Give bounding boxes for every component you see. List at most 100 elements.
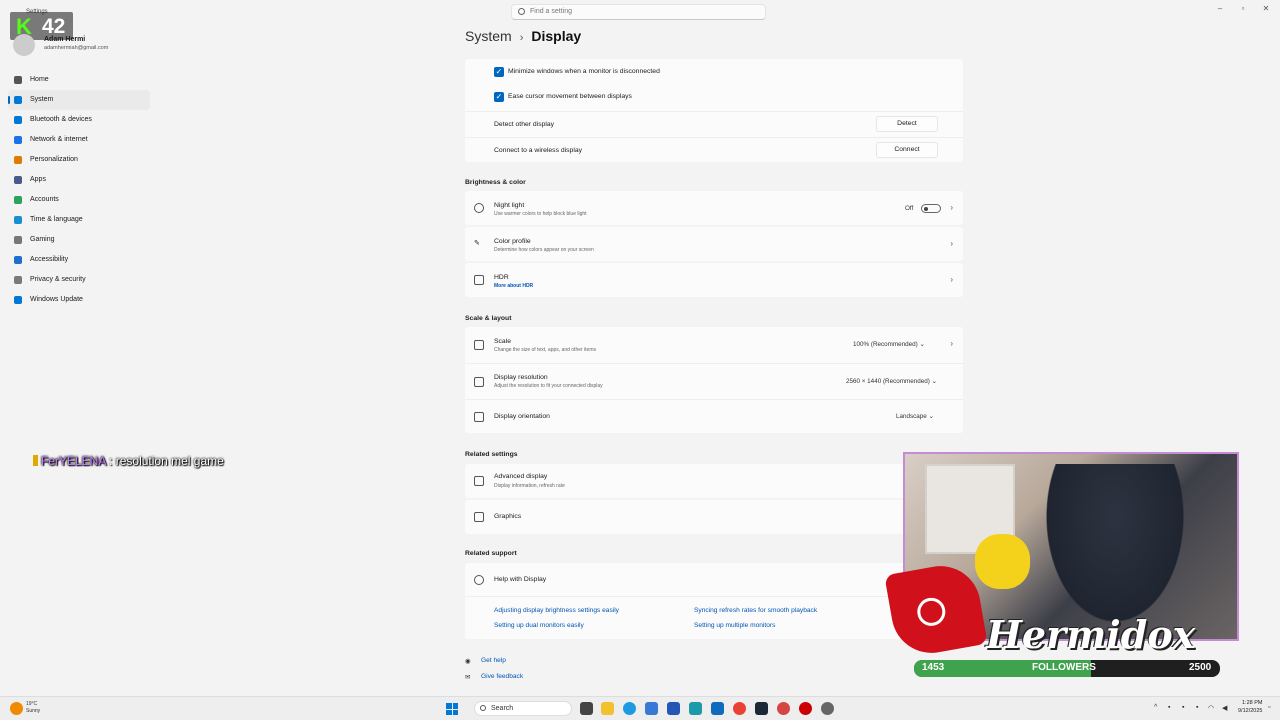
avatar[interactable]: [13, 34, 35, 56]
followers-goal-bar: 1453 FOLLOWERS 2500: [914, 660, 1220, 677]
graphics-title: Graphics: [494, 513, 522, 520]
followers-goal: 2500: [1189, 662, 1212, 673]
support-link-dual[interactable]: Setting up dual monitors easily: [494, 622, 584, 629]
sidebar-item-accessibility[interactable]: Accessibility: [8, 250, 150, 270]
resolution-title: Display resolution: [494, 374, 548, 381]
sidebar-item-bluetooth-devices[interactable]: Bluetooth & devices: [8, 110, 150, 130]
feedback-icon: ✉: [465, 674, 471, 681]
taskbar-search[interactable]: Search: [474, 701, 572, 716]
hdr-icon: [474, 275, 484, 285]
sidebar-item-gaming[interactable]: Gaming: [8, 230, 150, 250]
graphics-card[interactable]: Graphics: [465, 500, 963, 534]
hdr-card[interactable]: HDR More about HDR ›: [465, 263, 963, 297]
ease-cursor-checkbox[interactable]: ✓: [494, 92, 504, 102]
advanced-display-row[interactable]: Advanced display Display information, re…: [465, 464, 963, 498]
volume-icon[interactable]: ◀: [1222, 704, 1227, 712]
steam-icon[interactable]: [755, 702, 768, 715]
night-light-title: Night light: [494, 202, 525, 209]
sidebar-item-accounts[interactable]: Accounts: [8, 190, 150, 210]
start-button[interactable]: [446, 703, 458, 715]
support-link-brightness[interactable]: Adjusting display brightness settings ea…: [494, 607, 619, 614]
settings-gear-icon[interactable]: [821, 702, 834, 715]
wifi-icon: [14, 136, 22, 144]
chat-separator: :: [109, 454, 113, 468]
chevron-right-icon: ›: [950, 339, 953, 348]
get-help-link[interactable]: Get help: [481, 657, 506, 664]
scale-value: 100% (Recommended): [853, 341, 918, 348]
sidebar-item-network-internet[interactable]: Network & internet: [8, 130, 150, 150]
hdr-row[interactable]: HDR More about HDR ›: [465, 263, 963, 297]
hdr-link[interactable]: More about HDR: [494, 283, 533, 289]
wifi-tray-icon[interactable]: ◠: [1208, 704, 1214, 712]
gamepad-icon: [14, 236, 22, 244]
support-link-refresh[interactable]: Syncing refresh rates for smooth playbac…: [694, 607, 817, 614]
breadcrumb-system[interactable]: System: [465, 28, 512, 44]
maximize-button[interactable]: ▫: [1233, 4, 1253, 13]
color-profile-subtitle: Determine how colors appear on your scre…: [494, 247, 594, 253]
resolution-subtitle: Adjust the resolution to fit your connec…: [494, 383, 603, 389]
support-link-multiple[interactable]: Setting up multiple monitors: [694, 622, 775, 629]
sidebar-item-personalization[interactable]: Personalization: [8, 150, 150, 170]
close-button[interactable]: ✕: [1256, 4, 1276, 13]
chat-badge-icon: [33, 455, 38, 466]
minimize-windows-row[interactable]: ✓ Minimize windows when a monitor is dis…: [465, 59, 963, 85]
minimize-windows-checkbox[interactable]: ✓: [494, 67, 504, 77]
notification-icon[interactable]: ▫: [1268, 704, 1270, 711]
tray-icon-1[interactable]: ▪: [1168, 704, 1170, 711]
sidebar-item-label: Time & language: [30, 216, 83, 223]
file-explorer-icon[interactable]: [601, 702, 614, 715]
resolution-dropdown[interactable]: 2560 × 1440 (Recommended) ⌄: [846, 378, 937, 385]
chevron-right-icon: ›: [950, 275, 953, 284]
detect-display-label: Detect other display: [494, 121, 555, 128]
followers-label: FOLLOWERS: [1032, 662, 1096, 673]
sidebar-item-label: Home: [30, 76, 49, 83]
night-light-row[interactable]: Night light Use warmer colors to help bl…: [465, 191, 963, 225]
tray-icon-3[interactable]: ▪: [1196, 704, 1198, 711]
webcam-plush: [975, 534, 1030, 589]
sidebar-item-home[interactable]: Home: [8, 70, 150, 90]
graphics-row[interactable]: Graphics: [465, 500, 963, 534]
sidebar-item-system[interactable]: System: [8, 90, 150, 110]
scale-dropdown[interactable]: 100% (Recommended) ⌄: [853, 341, 925, 348]
obs-icon[interactable]: [799, 702, 812, 715]
user-name: Adam Hermi: [44, 36, 86, 43]
orientation-row: Display orientation Landscape ⌄: [465, 399, 963, 433]
ease-cursor-label: Ease cursor movement between displays: [508, 93, 632, 100]
sidebar-item-apps[interactable]: Apps: [8, 170, 150, 190]
night-light-toggle[interactable]: [921, 204, 941, 213]
app-icon-teal[interactable]: [689, 702, 702, 715]
search-input[interactable]: Find a setting: [511, 4, 766, 20]
wireless-display-label: Connect to a wireless display: [494, 147, 583, 154]
night-light-card[interactable]: Night light Use warmer colors to help bl…: [465, 191, 963, 225]
sidebar-item-time-language[interactable]: Time & language: [8, 210, 150, 230]
detect-button[interactable]: Detect: [876, 116, 938, 132]
mail-icon[interactable]: [711, 702, 724, 715]
chevron-up-icon[interactable]: ^: [1154, 704, 1157, 711]
edge-icon[interactable]: [623, 702, 636, 715]
chrome-icon[interactable]: [733, 702, 746, 715]
tray-icon-2[interactable]: ▪: [1182, 704, 1184, 711]
task-view-icon[interactable]: [580, 702, 593, 715]
chevron-right-icon: ›: [950, 203, 953, 212]
chevron-down-icon: ⌄: [931, 378, 937, 385]
app-icon-red[interactable]: [777, 702, 790, 715]
give-feedback-link[interactable]: Give feedback: [481, 673, 523, 680]
store-icon[interactable]: [645, 702, 658, 715]
help-icon: ◉: [465, 658, 471, 665]
sidebar-item-windows-update[interactable]: Windows Update: [8, 290, 150, 310]
minimize-button[interactable]: –: [1210, 4, 1230, 13]
orientation-dropdown[interactable]: Landscape ⌄: [896, 413, 934, 420]
ease-cursor-row[interactable]: ✓ Ease cursor movement between displays: [465, 85, 963, 111]
orientation-value: Landscape: [896, 413, 927, 420]
advanced-display-card[interactable]: Advanced display Display information, re…: [465, 464, 963, 498]
sidebar-item-label: Gaming: [30, 236, 55, 243]
connect-button[interactable]: Connect: [876, 142, 938, 158]
brush-icon: [14, 156, 22, 164]
sidebar-item-privacy-security[interactable]: Privacy & security: [8, 270, 150, 290]
weather-sun-icon[interactable]: [10, 702, 23, 715]
color-profile-row[interactable]: ✎ Color profile Determine how colors app…: [465, 227, 963, 261]
scale-row[interactable]: Scale Change the size of text, apps, and…: [465, 327, 963, 362]
sidebar-item-label: Network & internet: [30, 136, 88, 143]
color-profile-card[interactable]: ✎ Color profile Determine how colors app…: [465, 227, 963, 261]
outlook-icon[interactable]: [667, 702, 680, 715]
